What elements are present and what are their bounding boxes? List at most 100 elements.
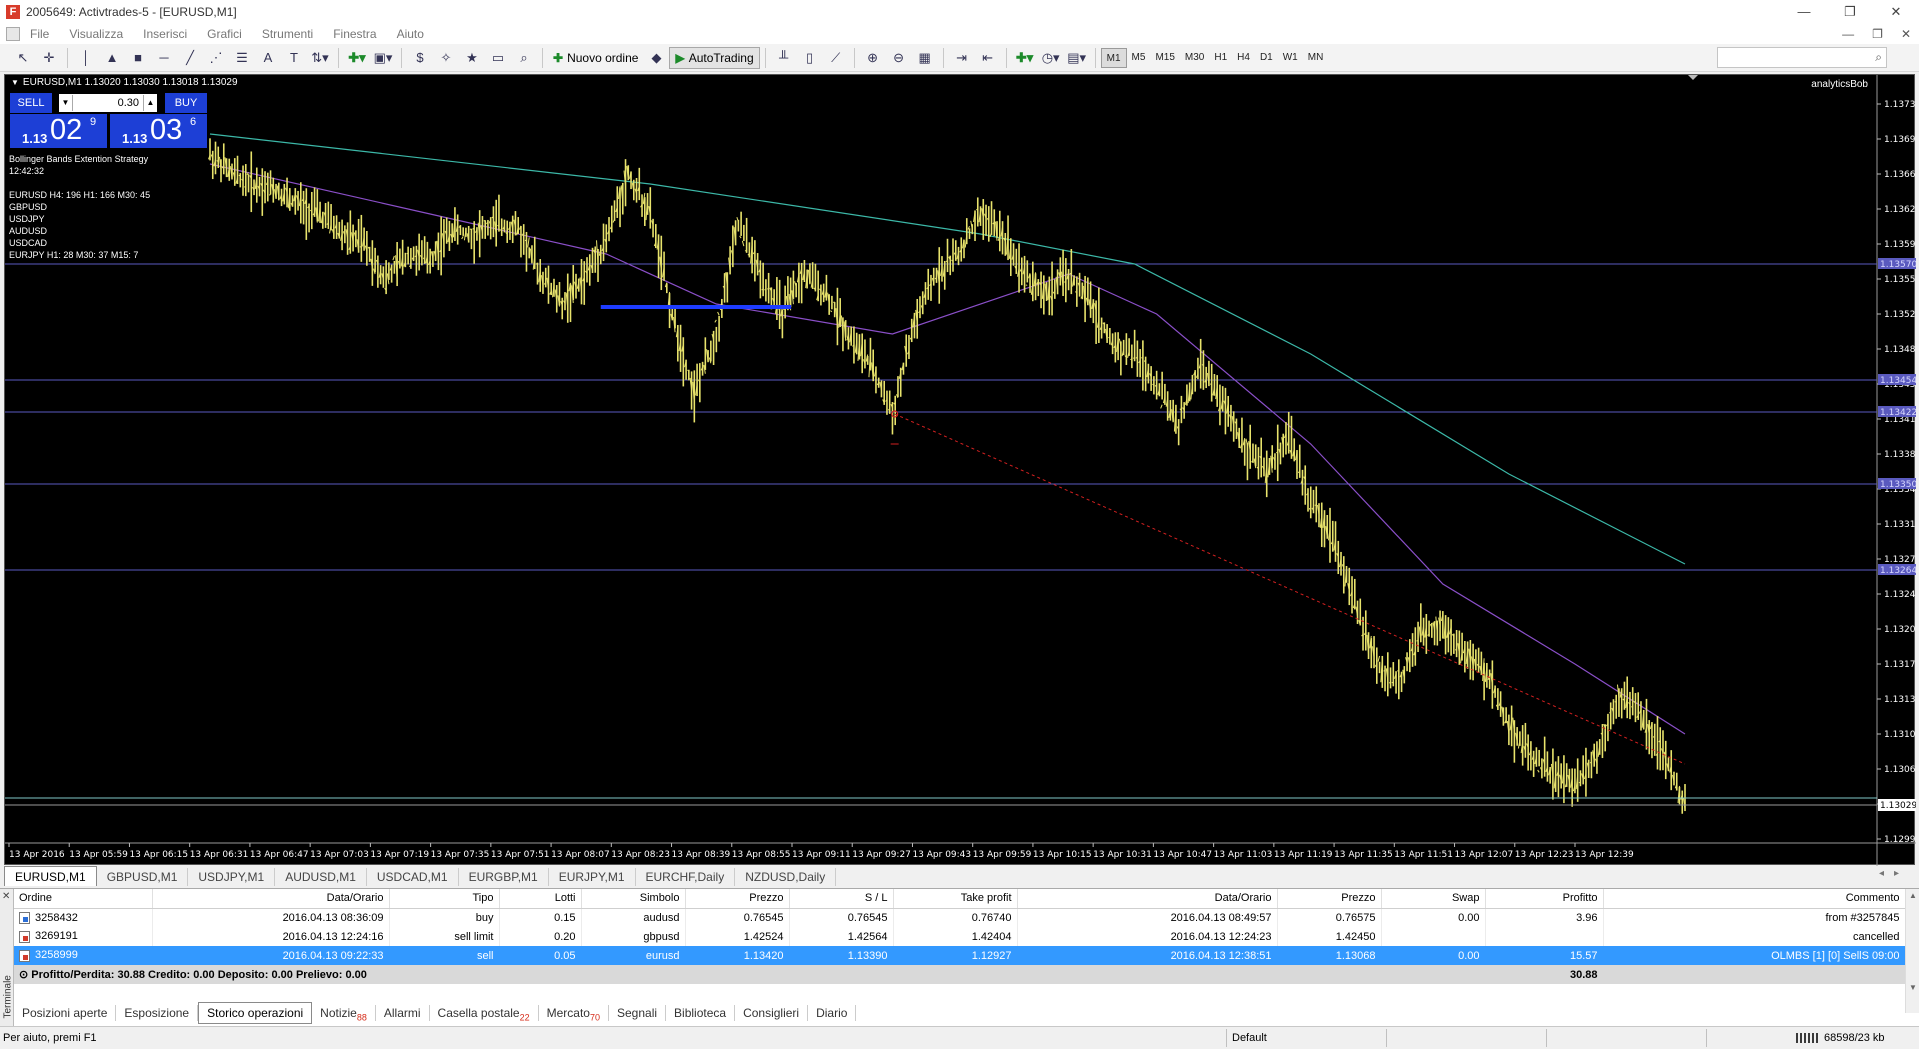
menu-file[interactable]: File: [20, 27, 59, 41]
price-chart[interactable]: 1.13730 1.13695 1.13660 1.13625 1.13590 1.135…: [5, 75, 1916, 866]
tile-windows-icon[interactable]: ▦: [914, 47, 936, 69]
chart-tab-eurchf-daily[interactable]: EURCHF,Daily: [636, 868, 736, 886]
column-header[interactable]: Commento: [1603, 889, 1906, 909]
search-input[interactable]: ⌕: [1717, 47, 1887, 68]
new-chart-icon[interactable]: ✚▾: [346, 47, 368, 69]
sell-price-button[interactable]: 1.13 02 9: [10, 114, 107, 148]
line-chart-icon[interactable]: ⟋: [825, 47, 847, 69]
favorites-icon[interactable]: ★: [461, 47, 483, 69]
connection-status[interactable]: 68598/23 kb: [1796, 1032, 1885, 1044]
timeframe-m1[interactable]: M1: [1100, 47, 1127, 68]
timeframe-mn[interactable]: MN: [1303, 48, 1329, 68]
chart-tab-nzdusd-daily[interactable]: NZDUSD,Daily: [735, 868, 837, 886]
column-header[interactable]: Simbolo: [581, 889, 686, 909]
scroll-up-icon[interactable]: ▲: [1909, 891, 1917, 900]
menu-finestra[interactable]: Finestra: [323, 27, 386, 41]
bar-chart-icon[interactable]: ╨: [773, 47, 795, 69]
menu-aiuto[interactable]: Aiuto: [387, 27, 434, 41]
chart-tab-usdjpy-m1[interactable]: USDJPY,M1: [188, 868, 276, 886]
buy-price-button[interactable]: 1.13 03 6: [110, 114, 207, 148]
horizontal-line-icon[interactable]: ─: [153, 47, 175, 69]
tester-icon[interactable]: ⌕: [513, 47, 535, 69]
timeframe-d1[interactable]: D1: [1255, 48, 1278, 68]
indicators-icon[interactable]: ✚▾: [1014, 47, 1036, 69]
tab-posizioni-aperte[interactable]: Posizioni aperte: [14, 1005, 117, 1021]
chart-tab-audusd-m1[interactable]: AUDUSD,M1: [275, 868, 367, 886]
lot-size-field[interactable]: ▼ 0.30 ▲: [59, 94, 157, 112]
column-header[interactable]: Take profit: [893, 889, 1018, 909]
tab-esposizione[interactable]: Esposizione: [116, 1005, 199, 1021]
fibonacci-icon[interactable]: ☰: [231, 47, 253, 69]
tab-biblioteca[interactable]: Biblioteca: [666, 1005, 736, 1021]
lot-size-value[interactable]: 0.30: [73, 97, 143, 109]
templates-icon[interactable]: ▤▾: [1066, 47, 1088, 69]
scroll-down-icon[interactable]: ▼: [1909, 983, 1917, 992]
tab-storico-operazioni[interactable]: Storico operazioni: [198, 1002, 313, 1024]
periods-icon[interactable]: ◷▾: [1040, 47, 1062, 69]
menu-grafici[interactable]: Grafici: [197, 27, 252, 41]
lot-spinner-icon[interactable]: ▲: [143, 95, 157, 111]
menu-strumenti[interactable]: Strumenti: [252, 27, 323, 41]
terminal-scrollbar[interactable]: ▲ ▼: [1905, 889, 1919, 1013]
chart-tab-eurgbp-m1[interactable]: EURGBP,M1: [459, 868, 549, 886]
column-header[interactable]: Lotti: [499, 889, 582, 909]
tab-casella-postale[interactable]: Casella postale22: [430, 1005, 539, 1022]
close-button[interactable]: ✕: [1873, 0, 1919, 24]
candlestick-icon[interactable]: ▯: [799, 47, 821, 69]
sell-button[interactable]: SELL: [10, 93, 52, 113]
fibonacci-fan-icon[interactable]: ⋰: [205, 47, 227, 69]
crosshair-icon[interactable]: ✛: [38, 47, 60, 69]
tab-segnali[interactable]: Segnali: [609, 1005, 667, 1021]
table-row[interactable]: 3269191 2016.04.13 12:24:16 sell limit 0…: [14, 927, 1906, 946]
zoom-out-icon[interactable]: ⊖: [888, 47, 910, 69]
chart-tab-eurusd-m1[interactable]: EURUSD,M1: [4, 866, 97, 886]
chart-minimize-button[interactable]: —: [1842, 27, 1854, 41]
new-order-button[interactable]: ✚ Nuovo ordine: [548, 47, 643, 69]
timeframe-m30[interactable]: M30: [1180, 48, 1209, 68]
zoom-in-icon[interactable]: ⊕: [862, 47, 884, 69]
chart-tab-gbpusd-m1[interactable]: GBPUSD,M1: [97, 868, 189, 886]
chart-shift-icon[interactable]: ⇤: [977, 47, 999, 69]
arrows-dropdown-icon[interactable]: ⇅▾: [309, 47, 331, 69]
chart-tab-eurjpy-m1[interactable]: EURJPY,M1: [549, 868, 636, 886]
cursor-icon[interactable]: ↖: [12, 47, 34, 69]
column-header[interactable]: Prezzo: [685, 889, 790, 909]
terminal-icon[interactable]: ▭: [487, 47, 509, 69]
status-profile[interactable]: Default: [1232, 1032, 1267, 1044]
column-header[interactable]: Tipo: [389, 889, 500, 909]
chart-close-button[interactable]: ✕: [1901, 27, 1911, 41]
chart-restore-button[interactable]: ❐: [1872, 27, 1883, 41]
column-header[interactable]: Profitto: [1485, 889, 1604, 909]
minimize-button[interactable]: —: [1781, 0, 1827, 24]
restore-button[interactable]: ❐: [1827, 0, 1873, 24]
table-row[interactable]: 3258432 2016.04.13 08:36:09 buy 0.15 aud…: [14, 908, 1906, 927]
trendline-icon[interactable]: ╱: [179, 47, 201, 69]
column-header[interactable]: S / L: [789, 889, 894, 909]
text-icon[interactable]: A: [257, 47, 279, 69]
timeframe-w1[interactable]: W1: [1278, 48, 1303, 68]
vertical-line-icon[interactable]: │: [75, 47, 97, 69]
autoscroll-icon[interactable]: ⇥: [951, 47, 973, 69]
navigator-icon[interactable]: ✧: [435, 47, 457, 69]
search-icon[interactable]: ⌕: [1875, 50, 1882, 65]
timeframe-h4[interactable]: H4: [1232, 48, 1255, 68]
column-header[interactable]: Prezzo: [1277, 889, 1382, 909]
triangle-icon[interactable]: ▲: [101, 47, 123, 69]
lot-dropdown-icon[interactable]: ▼: [59, 95, 73, 111]
column-header[interactable]: Ordine: [14, 889, 153, 909]
chart-window-icon[interactable]: [6, 27, 20, 41]
autotrading-button[interactable]: ▶ AutoTrading: [669, 46, 760, 69]
tab-consiglieri[interactable]: Consiglieri: [735, 1005, 809, 1021]
market-watch-icon[interactable]: $: [409, 47, 431, 69]
tab-mercato[interactable]: Mercato70: [539, 1005, 609, 1022]
rectangle-icon[interactable]: ■: [127, 47, 149, 69]
tab-scroll-arrows-icon[interactable]: ◂▸: [1879, 868, 1909, 879]
timeframe-h1[interactable]: H1: [1209, 48, 1232, 68]
chart-tab-usdcad-m1[interactable]: USDCAD,M1: [367, 868, 459, 886]
profiles-icon[interactable]: ▣▾: [372, 47, 394, 69]
menu-visualizza[interactable]: Visualizza: [59, 27, 133, 41]
column-header[interactable]: Swap: [1381, 889, 1486, 909]
text-label-icon[interactable]: T: [283, 47, 305, 69]
table-row-selected[interactable]: 3258999 2016.04.13 09:22:33 sell 0.05 eu…: [14, 946, 1906, 965]
tab-allarmi[interactable]: Allarmi: [376, 1005, 430, 1021]
